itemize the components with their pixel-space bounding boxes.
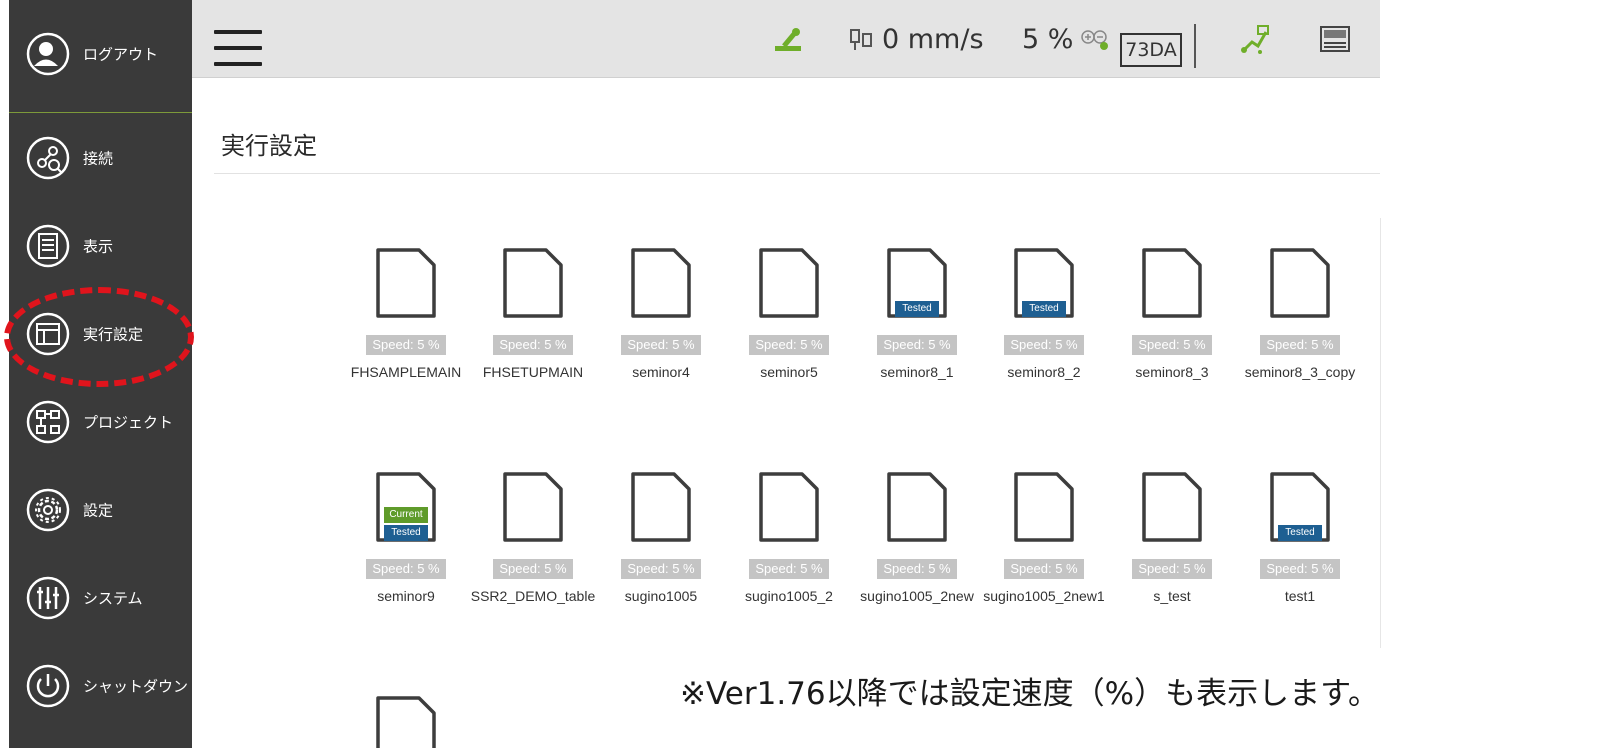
- content-edge: [1380, 218, 1381, 648]
- sidebar-item-project[interactable]: プロジェクト: [9, 382, 192, 462]
- file-name: sugino1005_2new: [860, 588, 974, 604]
- speed-percent-readout[interactable]: 5 %: [1022, 0, 1073, 78]
- speed-adjust-icon[interactable]: [1080, 0, 1110, 78]
- sidebar-item-label: 表示: [83, 237, 114, 256]
- speed-label: Speed: 5 %: [493, 559, 573, 579]
- file-name: seminor8_1: [880, 364, 954, 380]
- file-icon: [631, 248, 691, 318]
- mode-indicator: 73DA: [1120, 33, 1182, 67]
- speed-label: Speed: 5 %: [1132, 335, 1212, 355]
- file-icon: [1142, 472, 1202, 542]
- speed-label: Speed: 5 %: [366, 335, 446, 355]
- sidebar-item-display[interactable]: 表示: [9, 206, 192, 286]
- file-name: seminor8_3_copy: [1244, 364, 1356, 380]
- display-icon: [26, 224, 70, 268]
- connection-icon: [26, 136, 70, 180]
- file-name: sugino1005_2new1: [983, 588, 1105, 604]
- file-icon: [503, 248, 563, 318]
- sidebar-item-label: 実行設定: [83, 325, 144, 344]
- file-icon: [1014, 472, 1074, 542]
- sidebar-item-system[interactable]: システム: [9, 558, 192, 638]
- sidebar: ログアウト 接続 表示 実行設定 プロジェクト 設定 システム シャットダウン: [9, 0, 192, 748]
- file-name: sugino1005_2: [745, 588, 833, 604]
- header-bar: 0 mm/s 5 % 73DA: [192, 0, 1380, 78]
- speed-label: Speed: 5 %: [877, 559, 957, 579]
- file-icon: [1270, 248, 1330, 318]
- project-icon: [26, 400, 70, 444]
- page-title: 実行設定: [221, 132, 317, 160]
- teach-pendant-icon[interactable]: [1318, 0, 1352, 78]
- power-icon: [26, 664, 70, 708]
- io-monitor-icon[interactable]: [1238, 0, 1272, 78]
- sidebar-item-label: 設定: [83, 501, 114, 520]
- speed-label: Speed: 5 %: [1260, 559, 1340, 579]
- file-name: seminor9: [377, 588, 435, 604]
- sidebar-item-shutdown[interactable]: シャットダウン: [9, 646, 192, 726]
- speed-label: Speed: 5 %: [1004, 559, 1084, 579]
- sidebar-item-logout[interactable]: ログアウト: [9, 14, 192, 94]
- sidebar-item-label: システム: [83, 589, 143, 608]
- annotation-note: ※Ver1.76以降では設定速度（%）も表示します。: [680, 668, 1379, 713]
- sidebar-item-label: シャットダウン: [83, 677, 189, 696]
- robot-arm-icon[interactable]: [772, 0, 806, 78]
- file-icon: [759, 472, 819, 542]
- tested-badge: Tested: [384, 525, 428, 541]
- speed-label: Speed: 5 %: [877, 335, 957, 355]
- sidebar-item-label: 接続: [83, 149, 114, 168]
- file-name: SSR2_DEMO_table: [470, 588, 596, 604]
- speed-label: Speed: 5 %: [1132, 559, 1212, 579]
- tested-badge: Tested: [1022, 301, 1066, 317]
- speed-label: Speed: 5 %: [493, 335, 573, 355]
- sliders-icon: [26, 576, 70, 620]
- speed-label: Speed: 5 %: [1260, 335, 1340, 355]
- speed-icon: [847, 0, 877, 78]
- speed-label: Speed: 5 %: [366, 559, 446, 579]
- sidebar-item-label: ログアウト: [83, 45, 159, 64]
- file-icon: [376, 696, 436, 748]
- speed-label: Speed: 5 %: [621, 335, 701, 355]
- sidebar-item-run-settings[interactable]: 実行設定: [9, 294, 192, 374]
- file-icon: [759, 248, 819, 318]
- file-icon: [503, 472, 563, 542]
- sidebar-item-connection[interactable]: 接続: [9, 118, 192, 198]
- sidebar-divider: [9, 112, 192, 113]
- file-name: seminor4: [632, 364, 690, 380]
- file-icon: [887, 472, 947, 542]
- speed-label: Speed: 5 %: [749, 559, 829, 579]
- header-divider: [1194, 24, 1196, 68]
- run-settings-icon: [26, 312, 70, 356]
- file-name: test1: [1284, 588, 1316, 604]
- file-name: s_test: [1153, 588, 1191, 604]
- logout-user-icon: [26, 32, 70, 76]
- sidebar-item-label: プロジェクト: [83, 413, 174, 432]
- speed-label: Speed: 5 %: [621, 559, 701, 579]
- file-name: seminor5: [760, 364, 818, 380]
- file-name: FHSETUPMAIN: [482, 364, 584, 380]
- file-name: seminor8_3: [1135, 364, 1209, 380]
- tested-badge: Tested: [1278, 525, 1322, 541]
- file-name: FHSAMPLEMAIN: [350, 364, 462, 380]
- current-badge: Current: [384, 507, 428, 523]
- speed-label: Speed: 5 %: [749, 335, 829, 355]
- file-icon: [1142, 248, 1202, 318]
- gear-icon: [26, 488, 70, 532]
- tcp-speed-readout: 0 mm/s: [882, 23, 984, 55]
- hamburger-menu-button[interactable]: [214, 30, 262, 66]
- file-icon: [631, 472, 691, 542]
- speed-label: Speed: 5 %: [1004, 335, 1084, 355]
- file-name: seminor8_2: [1007, 364, 1081, 380]
- file-icon: [376, 248, 436, 318]
- file-name: sugino1005: [624, 588, 698, 604]
- tested-badge: Tested: [895, 301, 939, 317]
- sidebar-item-settings[interactable]: 設定: [9, 470, 192, 550]
- title-divider: [214, 173, 1380, 174]
